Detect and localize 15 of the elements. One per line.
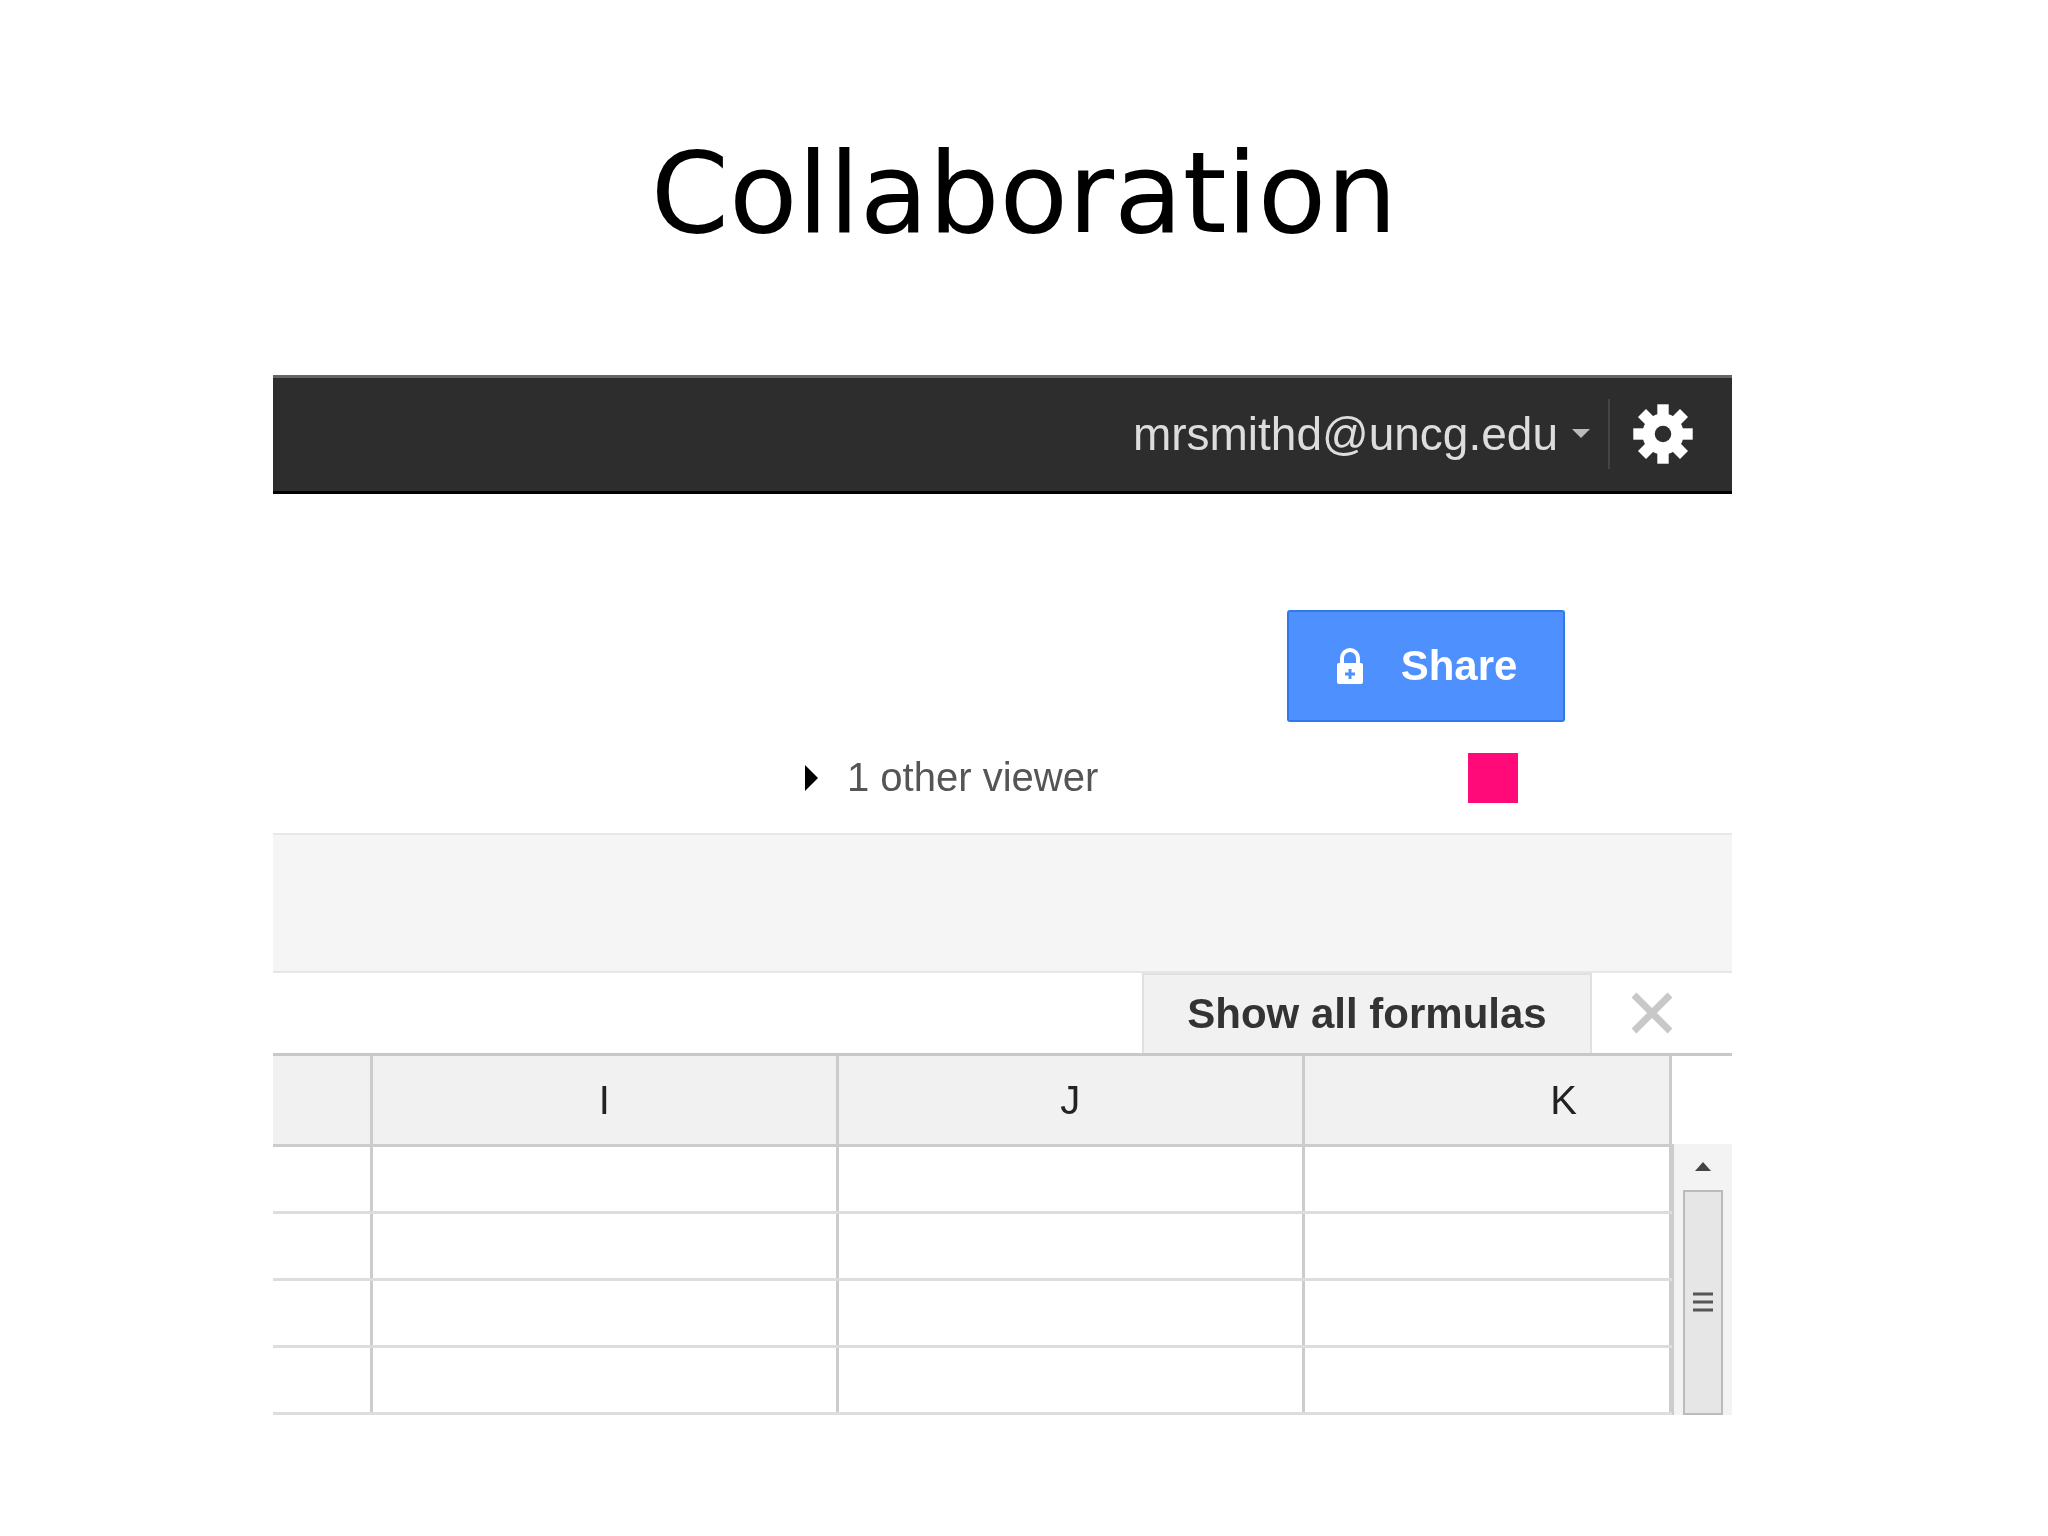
scroll-up-icon[interactable]: [1693, 1160, 1713, 1172]
show-formulas-tab[interactable]: Show all formulas: [1142, 973, 1592, 1053]
scrollbar[interactable]: [1672, 1144, 1732, 1415]
column-header[interactable]: J: [838, 1056, 1305, 1144]
expand-arrow-icon: [803, 764, 819, 791]
close-icon[interactable]: [1630, 991, 1674, 1036]
lock-icon: [1334, 646, 1365, 685]
column-header[interactable]: I: [372, 1056, 839, 1144]
caret-icon: [1572, 429, 1590, 440]
account-menu[interactable]: mrsmithd@uncg.edu: [1132, 407, 1608, 462]
column-header[interactable]: K: [1304, 1056, 1672, 1144]
slide-title: Collaboration: [649, 128, 1399, 258]
scroll-thumb[interactable]: [1683, 1190, 1723, 1415]
viewers-toggle[interactable]: 1 other viewer: [803, 755, 1099, 801]
settings-icon[interactable]: [1632, 403, 1694, 466]
